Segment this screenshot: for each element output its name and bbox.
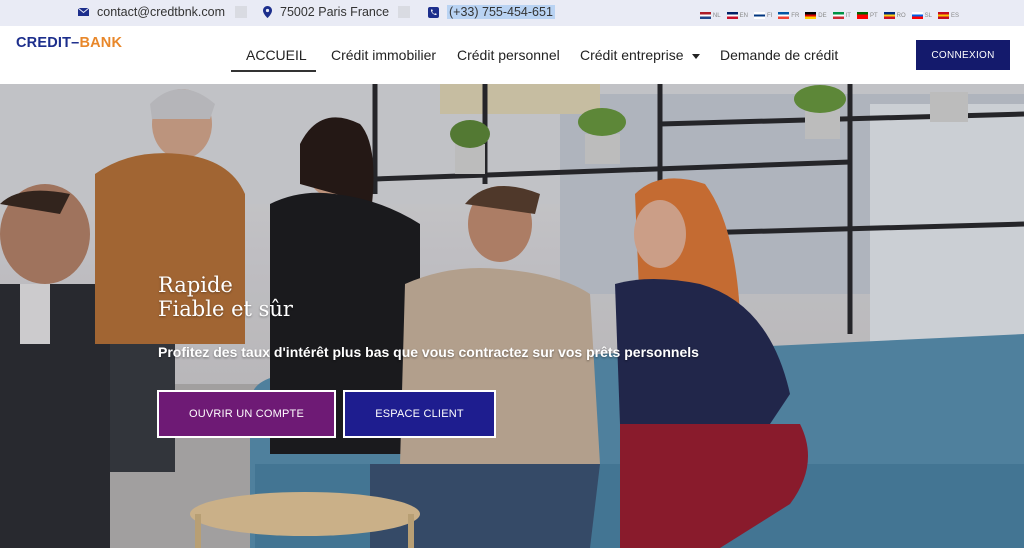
hero-title: Rapide Fiable et sûr	[158, 273, 293, 321]
nav-item-credit-entreprise[interactable]: Crédit entreprise	[580, 47, 700, 63]
nav-item-credit-immobilier[interactable]: Crédit immobilier	[331, 47, 436, 63]
lang-code: RO	[896, 12, 906, 19]
lang-code: FI	[766, 12, 773, 19]
lang-code: ES	[950, 12, 959, 19]
phone-icon	[428, 6, 439, 18]
hero-section: Rapide Fiable et sûr Profitez des taux d…	[0, 84, 1024, 548]
hero-title-line1: Rapide	[158, 273, 233, 297]
login-button[interactable]: CONNEXION	[916, 40, 1010, 70]
hero-subtitle: Profitez des taux d'intérêt plus bas que…	[158, 344, 699, 360]
nav-item-demande-credit[interactable]: Demande de crédit	[720, 47, 838, 63]
lang-nl[interactable]: NL	[699, 12, 721, 19]
phone-text: (+33) 755-454-651	[447, 5, 555, 19]
flag-icon	[856, 12, 868, 19]
envelope-icon	[78, 8, 89, 16]
flag-icon	[726, 12, 738, 19]
lang-it[interactable]: IT	[832, 12, 851, 19]
lang-es[interactable]: ES	[937, 12, 959, 19]
hero-background-image	[0, 84, 1024, 548]
email-text: contact@credtbnk.com	[97, 5, 226, 19]
lang-code: IT	[845, 12, 851, 19]
lang-code: DE	[818, 12, 827, 19]
lang-sl[interactable]: SL	[911, 12, 932, 19]
phone-contact[interactable]: (+33) 755-454-651	[428, 5, 555, 19]
language-selector: NL EN FI FR DE IT PT RO SL ES	[699, 12, 959, 19]
address-contact: 75002 Paris France	[263, 5, 389, 19]
lang-fi[interactable]: FI	[753, 12, 773, 19]
flag-icon	[911, 12, 923, 19]
flag-icon	[753, 12, 765, 19]
chevron-down-icon	[691, 53, 700, 59]
separator	[235, 6, 247, 18]
client-area-button[interactable]: ESPACE CLIENT	[343, 390, 496, 438]
logo[interactable]: CREDIT–BANK	[16, 35, 122, 51]
nav-item-accueil[interactable]: ACCUEIL	[246, 47, 307, 63]
flag-icon	[883, 12, 895, 19]
lang-ro[interactable]: RO	[883, 12, 906, 19]
open-account-button[interactable]: OUVRIR UN COMPTE	[157, 390, 336, 438]
top-info-bar: contact@credtbnk.com 75002 Paris France …	[0, 0, 1024, 26]
lang-code: FR	[791, 12, 800, 19]
address-text: 75002 Paris France	[280, 5, 390, 19]
active-nav-indicator	[231, 70, 316, 72]
lang-de[interactable]: DE	[805, 12, 827, 19]
map-pin-icon	[263, 6, 272, 18]
flag-icon	[937, 12, 949, 19]
hero-title-line2: Fiable et sûr	[158, 297, 293, 321]
lang-pt[interactable]: PT	[856, 12, 878, 19]
separator	[398, 6, 410, 18]
lang-fr[interactable]: FR	[778, 12, 799, 19]
email-contact[interactable]: contact@credtbnk.com	[78, 5, 225, 19]
site-header: CREDIT–BANK ACCUEIL Crédit immobilier Cr…	[0, 26, 1024, 84]
lang-code: SL	[924, 12, 932, 19]
lang-en[interactable]: EN	[726, 12, 748, 19]
logo-text-bank: BANK	[79, 35, 123, 51]
flag-icon	[778, 12, 790, 19]
nav-item-credit-personnel[interactable]: Crédit personnel	[457, 47, 560, 63]
flag-icon	[699, 12, 711, 19]
flag-icon	[805, 12, 817, 19]
nav-item-credit-entreprise-label: Crédit entreprise	[580, 47, 684, 63]
flag-icon	[832, 12, 844, 19]
lang-code: EN	[739, 12, 748, 19]
lang-code: NL	[712, 12, 721, 19]
lang-code: PT	[869, 12, 878, 19]
logo-text-credit: CREDIT	[16, 35, 72, 51]
